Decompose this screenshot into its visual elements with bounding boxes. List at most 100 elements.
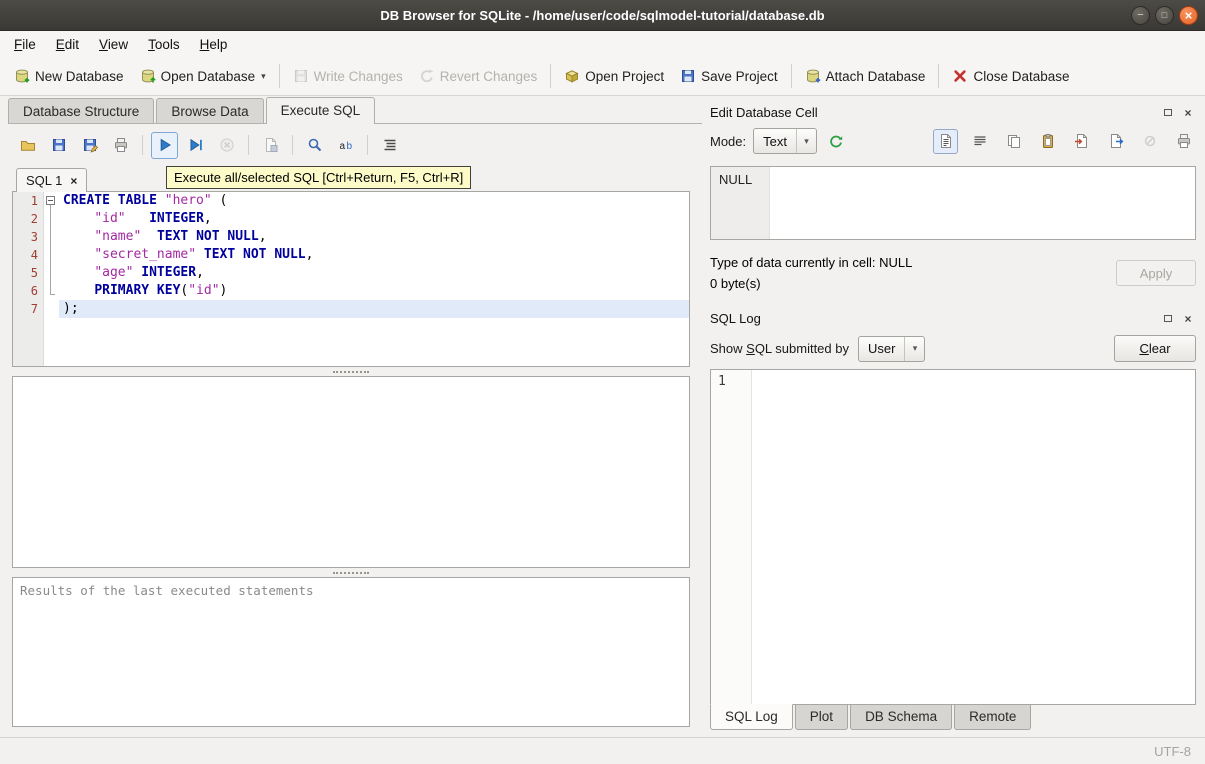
window-title: DB Browser for SQLite - /home/user/code/… [380, 7, 825, 23]
sql-log-view[interactable]: 1 [710, 369, 1196, 705]
menu-view[interactable]: View [89, 33, 138, 56]
cell-value: NULL [719, 172, 753, 187]
align-button[interactable] [967, 129, 992, 154]
cell-editor[interactable]: NULL [710, 166, 1196, 240]
set-null-icon [1142, 133, 1158, 149]
paste-cell-button[interactable] [1035, 129, 1060, 154]
close-dock-icon [1184, 105, 1191, 120]
close-icon[interactable] [1179, 5, 1198, 25]
tab-browse-data[interactable]: Browse Data [156, 98, 264, 123]
autocomplete-icon: ab [338, 137, 354, 153]
dock-tab-plot[interactable]: Plot [794, 705, 849, 730]
save-sql-file-button[interactable] [45, 132, 72, 159]
apply-button[interactable]: Apply [1116, 260, 1196, 286]
submitted-by-select[interactable]: User [858, 335, 926, 362]
menu-tools[interactable]: Tools [138, 33, 190, 56]
print-sql-button[interactable] [107, 132, 134, 159]
find-replace-button[interactable] [301, 132, 328, 159]
text-view-button[interactable] [933, 128, 958, 154]
editor-line[interactable]: 2 "id" INTEGER, [13, 210, 689, 228]
menu-edit[interactable]: Edit [46, 33, 89, 56]
save-sql-file-icon [51, 137, 67, 153]
toolbar-button-label: Open Database [160, 68, 256, 84]
execute-all-button[interactable] [151, 131, 178, 159]
submitted-by-value: User [868, 341, 896, 356]
toolbar-open-database-button[interactable]: Open Database ▾ [132, 63, 274, 89]
dock-tab-sql-log[interactable]: SQL Log [710, 704, 793, 730]
text-view-icon [938, 133, 954, 149]
autocomplete-button[interactable]: ab [332, 132, 359, 159]
toolbar-open-project-button[interactable]: Open Project [556, 63, 672, 89]
editor-line[interactable]: 1 CREATE TABLE "hero" ( [13, 192, 689, 210]
cell-info-row: Type of data currently in cell: NULL 0 b… [710, 252, 1196, 294]
find-replace-icon [307, 137, 323, 153]
main-toolbar: New Database Open Database ▾ Write Changes R… [0, 57, 1205, 96]
content: Database Structure Browse Data Execute SQL… [0, 96, 1205, 737]
open-project-icon [564, 68, 580, 84]
sql-editor[interactable]: 1 CREATE TABLE "hero" (2 "id" INTEGER, 3 "… [12, 191, 690, 367]
close-dock-button[interactable] [1180, 311, 1196, 326]
fold-guide [43, 228, 59, 246]
editor-line[interactable]: 6 PRIMARY KEY("id") [13, 282, 689, 300]
fold-guide [43, 282, 59, 300]
execute-sql-page: ab SQL 1 1 CREATE TABLE "hero" (2 "id" IN… [8, 123, 702, 737]
menu-help[interactable]: Help [190, 33, 238, 56]
log-gutter [711, 370, 752, 704]
write-changes-icon [293, 68, 309, 84]
toolbar-new-database-button[interactable]: New Database [6, 63, 132, 89]
toolbar-close-database-button[interactable]: Close Database [944, 63, 1077, 89]
encoding-indicator[interactable]: UTF-8 [1154, 744, 1191, 759]
open-database-icon [140, 68, 156, 84]
line-number: 4 [30, 248, 38, 262]
open-sql-file-button[interactable] [14, 132, 41, 159]
editor-line[interactable]: 7); [13, 300, 689, 318]
fold-guide [43, 264, 59, 282]
chevron-down-icon [795, 129, 816, 153]
fold-toggle-icon[interactable] [43, 192, 59, 210]
chevron-down-icon[interactable]: ▾ [261, 71, 266, 84]
results-grid[interactable] [12, 376, 690, 568]
svg-text:a: a [339, 141, 345, 152]
code-text: PRIMARY KEY("id") [94, 283, 228, 298]
editor-line[interactable]: 4 "secret_name" TEXT NOT NULL, [13, 246, 689, 264]
print-cell-button[interactable] [1171, 129, 1196, 154]
editor-line[interactable]: 5 "age" INTEGER, [13, 264, 689, 282]
toolbar-button-label: Save Project [701, 68, 778, 84]
save-sql-as-button[interactable] [76, 132, 103, 159]
float-icon [1164, 314, 1172, 322]
execution-log[interactable]: Results of the last executed statements [12, 577, 690, 727]
cell-info-texts: Type of data currently in cell: NULL 0 b… [710, 252, 1116, 294]
minimize-icon[interactable] [1131, 5, 1150, 25]
toolbar-save-project-button[interactable]: Save Project [672, 63, 786, 89]
format-sql-button[interactable] [376, 132, 403, 159]
tab-database-structure[interactable]: Database Structure [8, 98, 155, 123]
code-text: ); [59, 300, 689, 318]
toolbar-button-label: Revert Changes [439, 68, 538, 84]
execute-line-button[interactable] [182, 132, 209, 159]
splitter-handle[interactable] [12, 367, 690, 376]
auto-switch-mode-button[interactable] [824, 129, 849, 154]
toolbar-attach-database-button[interactable]: Attach Database [797, 63, 934, 89]
close-dock-button[interactable] [1180, 105, 1196, 120]
menu-file[interactable]: File [4, 33, 46, 56]
toolbar-separator [142, 135, 143, 155]
copy-cell-button[interactable] [1001, 129, 1026, 154]
code-text: "age" INTEGER, [94, 265, 204, 280]
mode-select[interactable]: Text [753, 128, 817, 154]
titlebar[interactable]: DB Browser for SQLite - /home/user/code/… [0, 0, 1205, 31]
dock-tab-remote[interactable]: Remote [954, 705, 1032, 730]
attach-database-icon [805, 68, 821, 84]
float-dock-button[interactable] [1160, 311, 1176, 326]
sql-tab[interactable]: SQL 1 [16, 168, 88, 192]
sql-tab-close-icon[interactable] [70, 175, 77, 187]
clear-button[interactable]: Clear [1114, 335, 1196, 362]
dock-tab-db-schema[interactable]: DB Schema [850, 705, 953, 730]
splitter-handle[interactable] [12, 568, 690, 577]
editor-line[interactable]: 3 "name" TEXT NOT NULL, [13, 228, 689, 246]
import-cell-button[interactable] [1069, 129, 1094, 154]
app-window: DB Browser for SQLite - /home/user/code/… [0, 0, 1205, 764]
export-cell-button[interactable] [1103, 129, 1128, 154]
tab-execute-sql[interactable]: Execute SQL [265, 97, 376, 124]
float-dock-button[interactable] [1160, 105, 1176, 120]
maximize-icon[interactable] [1155, 5, 1174, 25]
